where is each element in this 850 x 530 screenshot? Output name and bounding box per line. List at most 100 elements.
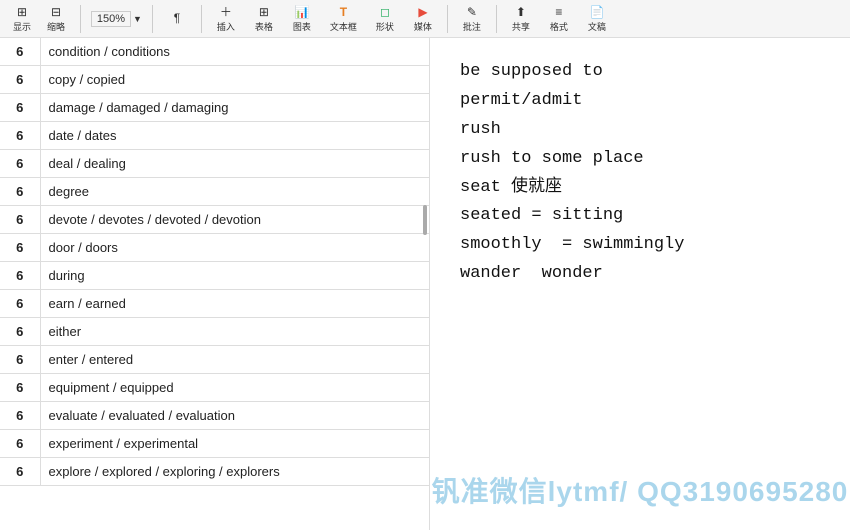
row-level: 6 (0, 346, 40, 374)
row-level: 6 (0, 430, 40, 458)
toolbar-sep-4 (447, 5, 448, 33)
textbox-icon: T (334, 5, 352, 19)
row-term: devote / devotes / devoted / devotion (40, 206, 429, 234)
doc-content: be supposed topermit/admitrushrush to so… (460, 58, 820, 289)
row-level: 6 (0, 402, 40, 430)
row-term: deal / dealing (40, 150, 429, 178)
row-term: condition / conditions (40, 38, 429, 66)
toolbar-view-group: ⊞ 显示 ⊟ 缩略 (8, 3, 70, 35)
zoom-value[interactable]: 150% (91, 11, 131, 27)
row-level: 6 (0, 458, 40, 486)
row-level: 6 (0, 262, 40, 290)
doc-line: smoothly = swimmingly (460, 231, 820, 260)
toolbar-btn-insert[interactable]: ＋ 插入 (212, 3, 240, 35)
row-term: experiment / experimental (40, 430, 429, 458)
toolbar-btn-thumbnail[interactable]: ⊟ 缩略 (42, 3, 70, 35)
table-row: 6deal / dealing (0, 150, 429, 178)
toolbar-sep-5 (496, 5, 497, 33)
row-term: enter / entered (40, 346, 429, 374)
toolbar-label-shape: 形状 (376, 20, 394, 33)
share-icon: ⬆ (512, 5, 530, 19)
format-icon: ≡ (550, 5, 568, 19)
table-row: 6equipment / equipped (0, 374, 429, 402)
doc-line: rush (460, 116, 820, 145)
table-row: 6during (0, 262, 429, 290)
doc-icon: 📄 (588, 5, 606, 19)
row-level: 6 (0, 290, 40, 318)
row-term: earn / earned (40, 290, 429, 318)
paragraph-icon: ¶ (168, 11, 186, 25)
row-term: equipment / equipped (40, 374, 429, 402)
row-level: 6 (0, 66, 40, 94)
table-row: 6date / dates (0, 122, 429, 150)
table-row: 6evaluate / evaluated / evaluation (0, 402, 429, 430)
toolbar-sep-2 (152, 5, 153, 33)
row-term: date / dates (40, 122, 429, 150)
table-row: 6explore / explored / exploring / explor… (0, 458, 429, 486)
table-row: 6degree (0, 178, 429, 206)
toolbar-label-textbox: 文本框 (330, 20, 357, 33)
toolbar-btn-paragraph[interactable]: ¶ (163, 9, 191, 28)
shape-icon: ◻ (376, 5, 394, 19)
vocab-table: 6condition / conditions6copy / copied6da… (0, 38, 429, 486)
toolbar-label-doc: 文稿 (588, 20, 606, 33)
table-row: 6damage / damaged / damaging (0, 94, 429, 122)
zoom-control[interactable]: 150% ▼ (91, 11, 142, 27)
doc-panel: be supposed topermit/admitrushrush to so… (430, 38, 850, 530)
table-icon: ⊞ (255, 5, 273, 19)
doc-line: be supposed to (460, 58, 820, 87)
toolbar-btn-chart[interactable]: 📊 图表 (288, 3, 316, 35)
thumbnail-icon: ⊟ (47, 5, 65, 19)
zoom-chevron[interactable]: ▼ (133, 14, 142, 24)
table-row: 6experiment / experimental (0, 430, 429, 458)
toolbar-sep-1 (80, 5, 81, 33)
toolbar-btn-media[interactable]: ▶ 媒体 (409, 3, 437, 35)
doc-line: wander wonder (460, 260, 820, 289)
toolbar-btn-shape[interactable]: ◻ 形状 (371, 3, 399, 35)
row-level: 6 (0, 122, 40, 150)
row-term: during (40, 262, 429, 290)
toolbar-sep-3 (201, 5, 202, 33)
toolbar-btn-textbox[interactable]: T 文本框 (326, 3, 361, 35)
toolbar-label-share: 共享 (512, 20, 530, 33)
table-row: 6condition / conditions (0, 38, 429, 66)
toolbar: ⊞ 显示 ⊟ 缩略 150% ▼ ¶ ＋ 插入 ⊞ 表格 📊 图表 T 文本框 … (0, 0, 850, 38)
row-level: 6 (0, 150, 40, 178)
toolbar-btn-view[interactable]: ⊞ 显示 (8, 3, 36, 35)
doc-line: rush to some place (460, 145, 820, 174)
toolbar-label-chart: 图表 (293, 20, 311, 33)
toolbar-btn-doc[interactable]: 📄 文稿 (583, 3, 611, 35)
toolbar-btn-table[interactable]: ⊞ 表格 (250, 3, 278, 35)
table-row: 6copy / copied (0, 66, 429, 94)
toolbar-label-format: 格式 (550, 20, 568, 33)
toolbar-label-thumbnail: 缩略 (47, 20, 65, 33)
watermark: 钒准微信lytmf/ QQ3190695280 (430, 470, 850, 510)
insert-icon: ＋ (217, 5, 235, 19)
scroll-indicator (423, 205, 427, 235)
row-level: 6 (0, 206, 40, 234)
toolbar-label-comment: 批注 (463, 20, 481, 33)
toolbar-btn-share[interactable]: ⬆ 共享 (507, 3, 535, 35)
doc-line: seat 使就座 (460, 174, 820, 203)
toolbar-label-insert: 插入 (217, 20, 235, 33)
row-term: damage / damaged / damaging (40, 94, 429, 122)
vocab-panel[interactable]: 6condition / conditions6copy / copied6da… (0, 38, 430, 530)
row-term: degree (40, 178, 429, 206)
table-row: 6door / doors (0, 234, 429, 262)
toolbar-btn-format[interactable]: ≡ 格式 (545, 3, 573, 35)
table-row: 6enter / entered (0, 346, 429, 374)
row-term: explore / explored / exploring / explore… (40, 458, 429, 486)
row-term: evaluate / evaluated / evaluation (40, 402, 429, 430)
media-icon: ▶ (414, 5, 432, 19)
main-content: 6condition / conditions6copy / copied6da… (0, 38, 850, 530)
row-term: copy / copied (40, 66, 429, 94)
doc-line: permit/admit (460, 87, 820, 116)
toolbar-btn-comment[interactable]: ✎ 批注 (458, 3, 486, 35)
row-level: 6 (0, 178, 40, 206)
row-level: 6 (0, 234, 40, 262)
table-row: 6earn / earned (0, 290, 429, 318)
table-row: 6devote / devotes / devoted / devotion (0, 206, 429, 234)
row-level: 6 (0, 38, 40, 66)
row-level: 6 (0, 94, 40, 122)
doc-line: seated = sitting (460, 202, 820, 231)
